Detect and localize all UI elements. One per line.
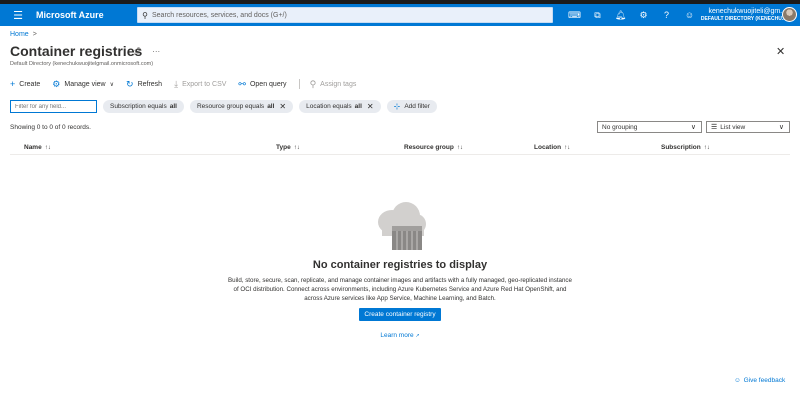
export-csv-button[interactable]: ⤓ Export to CSV bbox=[174, 79, 226, 90]
account-email: kenechukwuojiteli@gm... bbox=[708, 8, 786, 15]
sort-icon: ↑↓ bbox=[564, 145, 571, 151]
breadcrumb-chevron-icon: > bbox=[32, 31, 37, 38]
chevron-down-icon: ∨ bbox=[109, 81, 115, 88]
open-query-label: Open query bbox=[249, 80, 287, 88]
add-filter-icon: ⊹ bbox=[393, 102, 401, 111]
top-nav-bar: ☰ Microsoft Azure ⚲ Search resources, se… bbox=[0, 4, 800, 26]
settings-gear-icon[interactable]: ⚙ bbox=[632, 4, 655, 26]
feedback-person-icon: ☺ bbox=[734, 377, 741, 384]
pin-icon[interactable]: 📌︎ bbox=[132, 47, 142, 56]
breadcrumb-home[interactable]: Home bbox=[10, 31, 29, 38]
external-link-icon: ↗ bbox=[415, 333, 420, 339]
filter-row: Subscription equals all Resource group e… bbox=[10, 100, 443, 113]
title-actions: 📌︎ ··· bbox=[132, 47, 160, 56]
subscription-filter-value: all bbox=[169, 103, 177, 110]
close-icon[interactable]: ✕ bbox=[776, 45, 785, 58]
column-header-resource-group[interactable]: Resource group ↑↓ bbox=[404, 144, 463, 151]
notifications-bell-icon[interactable]: 🔔︎ bbox=[609, 4, 632, 26]
table-header: Name ↑↓ Type ↑↓ Resource group ↑↓ Location ↑… bbox=[10, 141, 790, 155]
column-label: Resource group bbox=[404, 144, 454, 151]
search-placeholder: Search resources, services, and docs (G+… bbox=[152, 11, 287, 19]
refresh-label: Refresh bbox=[137, 80, 163, 88]
learn-more-link[interactable]: Learn more ↗ bbox=[0, 332, 800, 339]
query-icon: ⚯ bbox=[238, 78, 246, 89]
create-label: Create bbox=[19, 80, 41, 88]
list-view-icon: ☰ bbox=[711, 124, 718, 131]
breadcrumb: Home > bbox=[10, 31, 37, 38]
tag-icon: ⚲ bbox=[309, 78, 317, 89]
column-label: Subscription bbox=[661, 144, 701, 151]
location-filter-label: Location equals bbox=[306, 103, 352, 110]
subscription-filter-pill[interactable]: Subscription equals all bbox=[103, 100, 184, 113]
page-title: Container registries bbox=[10, 43, 143, 59]
create-container-registry-button[interactable]: Create container registry bbox=[359, 308, 441, 321]
assign-tags-label: Assign tags bbox=[320, 80, 357, 88]
filter-input[interactable] bbox=[10, 100, 97, 113]
command-divider bbox=[298, 79, 300, 89]
location-filter-value: all bbox=[354, 103, 362, 110]
grouping-value: No grouping bbox=[602, 123, 638, 131]
manage-view-button[interactable]: ⚙ Manage view ∨ bbox=[52, 79, 114, 90]
subscription-filter-label: Subscription equals bbox=[110, 103, 167, 110]
hamburger-menu-icon[interactable]: ☰ bbox=[8, 9, 28, 22]
chevron-down-icon: ∨ bbox=[690, 124, 696, 131]
empty-state-title: No container registries to display bbox=[312, 259, 488, 271]
sort-icon: ↑↓ bbox=[293, 145, 300, 151]
column-header-name[interactable]: Name ↑↓ bbox=[24, 144, 51, 151]
download-icon: ⤓ bbox=[174, 78, 179, 89]
add-filter-button[interactable]: ⊹ Add filter bbox=[386, 100, 437, 113]
give-feedback-link[interactable]: ☺ Give feedback bbox=[734, 377, 785, 384]
column-label: Type bbox=[276, 144, 291, 151]
resource-group-filter-value: all bbox=[267, 103, 275, 110]
gear-icon: ⚙ bbox=[52, 78, 61, 89]
manage-view-label: Manage view bbox=[64, 80, 106, 88]
remove-filter-icon[interactable]: ✕ bbox=[279, 102, 286, 111]
brand-name[interactable]: Microsoft Azure bbox=[36, 10, 104, 20]
refresh-button[interactable]: ↻ Refresh bbox=[126, 79, 162, 90]
account-directory: DEFAULT DIRECTORY (KENECHU... bbox=[700, 16, 786, 22]
empty-state-illustration bbox=[0, 200, 800, 252]
column-header-type[interactable]: Type ↑↓ bbox=[276, 144, 300, 151]
assign-tags-button[interactable]: ⚲ Assign tags bbox=[310, 79, 357, 90]
location-filter-pill[interactable]: Location equals all ✕ bbox=[299, 100, 381, 113]
learn-more-label: Learn more bbox=[380, 332, 414, 339]
search-icon: ⚲ bbox=[142, 10, 148, 20]
create-button[interactable]: + Create bbox=[10, 79, 40, 89]
export-csv-label: Export to CSV bbox=[182, 80, 227, 88]
chevron-down-icon: ∨ bbox=[778, 124, 784, 131]
avatar[interactable] bbox=[782, 7, 797, 22]
page-subtitle: Default Directory (kenechukwuojitelgmail… bbox=[10, 61, 154, 67]
give-feedback-label: Give feedback bbox=[743, 377, 786, 384]
global-search-input[interactable]: ⚲ Search resources, services, and docs (… bbox=[137, 7, 553, 23]
empty-state-description: Build, store, secure, scan, replicate, a… bbox=[228, 277, 572, 302]
sort-ascending-icon: ↑↓ bbox=[44, 145, 51, 151]
view-select[interactable]: ☰ List view ∨ bbox=[706, 121, 790, 133]
topbar-icons: ⌨ ⧉ 🔔︎ ⚙ ? ☺ bbox=[563, 4, 701, 26]
refresh-icon: ↻ bbox=[126, 78, 134, 89]
plus-icon: + bbox=[10, 79, 16, 89]
remove-filter-icon[interactable]: ✕ bbox=[367, 102, 374, 111]
container-registry-icon bbox=[378, 202, 426, 250]
command-bar: + Create ⚙ Manage view ∨ ↻ Refresh ⤓ Exp… bbox=[10, 78, 368, 90]
column-label: Location bbox=[534, 144, 562, 151]
column-header-location[interactable]: Location ↑↓ bbox=[534, 144, 570, 151]
account-info[interactable]: kenechukwuojiteli@gm... DEFAULT DIRECTOR… bbox=[694, 7, 786, 23]
cloud-shell-icon[interactable]: ⌨ bbox=[563, 4, 586, 26]
resource-group-filter-label: Resource group equals bbox=[196, 103, 265, 110]
more-options-icon[interactable]: ··· bbox=[152, 47, 160, 56]
sort-icon: ↑↓ bbox=[456, 145, 463, 151]
help-icon[interactable]: ? bbox=[655, 4, 678, 26]
records-count: Showing 0 to 0 of 0 records. bbox=[10, 124, 91, 131]
directory-filter-icon[interactable]: ⧉ bbox=[586, 4, 609, 26]
open-query-button[interactable]: ⚯ Open query bbox=[238, 79, 286, 90]
resource-group-filter-pill[interactable]: Resource group equals all ✕ bbox=[189, 100, 294, 113]
add-filter-label: Add filter bbox=[404, 103, 430, 110]
column-header-subscription[interactable]: Subscription ↑↓ bbox=[661, 144, 710, 151]
grouping-select[interactable]: No grouping ∨ bbox=[597, 121, 702, 133]
column-label: Name bbox=[24, 144, 42, 151]
sort-icon: ↑↓ bbox=[703, 145, 710, 151]
view-value: List view bbox=[720, 123, 746, 131]
